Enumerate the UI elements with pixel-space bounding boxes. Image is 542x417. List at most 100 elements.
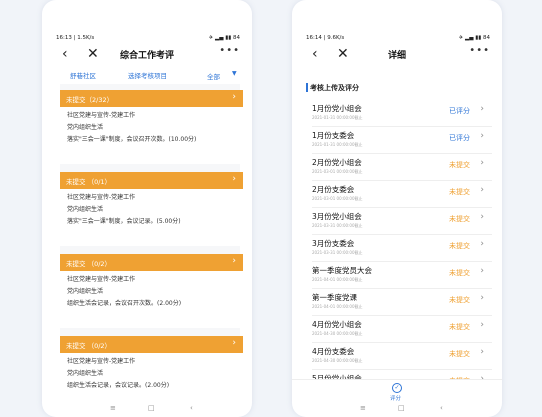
item-deadline: 2021-03-31 00:00:00截止 [312,250,363,255]
all-filter[interactable]: 全部 [207,71,220,81]
chevron-right-icon[interactable]: › [480,293,484,303]
filter-bar: 舒巷社区 选择考核项目 全部 ▼ [42,68,252,82]
more-icon[interactable]: ••• [219,45,240,56]
status-badge: 未提交 [449,323,470,331]
item-title: 第一季度党员大会 [312,266,372,275]
list-item[interactable]: 4月份党小组会 2021-04-30 00:00:00截止 未提交 › [312,316,492,343]
item-title: 2月份支委会 [312,185,355,194]
card-header[interactable]: 未提交（2/32） › [60,90,243,107]
list-item[interactable]: 第一季度党员大会 2021-04-01 00:00:00截止 未提交 › [312,262,492,289]
status-badge: 未提交 [449,350,470,358]
item-title: 2月份党小组会 [312,158,362,167]
item-deadline: 2021-04-01 00:00:00截止 [312,277,363,282]
chevron-right-icon[interactable]: › [232,174,236,184]
task-card[interactable]: 未提交 （0/2） › 社区党建与宣传-党建工作 党内组织生活 组织生活会记录，会议召开… [60,254,243,328]
item-title: 4月份支委会 [312,347,355,356]
item-title: 3月份支委会 [312,239,355,248]
status-time: 16:13 | 1.5K/s [56,35,95,41]
chevron-right-icon[interactable]: › [480,266,484,276]
card-line: 落实"三会一课"制度，会议召开次数。(10.00分) [67,136,197,143]
status-badge: 未提交 [449,296,470,304]
card-line: 党内组织生活 [67,370,104,377]
chevron-right-icon[interactable]: › [232,92,236,102]
card-body: 社区党建与宣传-党建工作 党内组织生活 组织生活会记录，会议召开次数。(2.00分) [60,271,243,328]
community-filter[interactable]: 舒巷社区 [70,70,96,80]
card-header[interactable]: 未提交 （0/2） › [60,254,243,271]
list-item[interactable]: 3月份支委会 2021-03-31 00:00:00截止 未提交 › [312,235,492,262]
item-deadline: 2021-03-31 00:00:00截止 [312,223,363,228]
status-badge: 已评分 [449,134,470,142]
item-title: 4月份党小组会 [312,320,362,329]
card-line: 党内组织生活 [67,124,104,131]
status-badge: 未提交 [449,161,470,169]
tab-bar: ✓ 评分 [292,379,502,403]
card-line: 社区党建与宣传-党建工作 [67,358,136,365]
chevron-right-icon[interactable]: › [480,104,484,114]
check-circle-icon[interactable]: ✓ [392,383,402,393]
chevron-right-icon[interactable]: › [480,347,484,357]
task-card[interactable]: 未提交 （0/1） › 社区党建与宣传-党建工作 党内组织生活 落实"三会一课"制度，会… [60,172,243,246]
status-badge: 未提交 [449,242,470,250]
card-body: 社区党建与宣传-党建工作 党内组织生活 组织生活会记录，会议记录。(2.00分) [60,353,243,410]
item-title: 第一季度党课 [312,293,357,302]
status-icons: ✈ ▂▄ ▮▮ 84 [458,35,490,41]
list-item[interactable]: 2月份支委会 2021-03-01 00:00:00截止 未提交 › [312,181,492,208]
card-status: 未提交 （0/2） [66,342,112,350]
status-bar: 16:13 | 1.5K/s ✈ ▂▄ ▮▮ 84 [42,34,252,44]
item-deadline: 2021-03-01 00:00:00截止 [312,169,363,174]
list-item[interactable]: 2月份党小组会 2021-03-01 00:00:00截止 未提交 › [312,154,492,181]
chevron-right-icon[interactable]: › [480,185,484,195]
status-badge: 未提交 [449,188,470,196]
tab-score-label[interactable]: 评分 [390,394,401,402]
caret-down-icon[interactable]: ▼ [232,70,237,77]
chevron-right-icon[interactable]: › [480,320,484,330]
chevron-right-icon[interactable]: › [480,212,484,222]
phone-left: 16:13 | 1.5K/s ✈ ▂▄ ▮▮ 84 ‹ ✕ 综合工作考评 •••… [42,0,252,417]
item-title: 1月份支委会 [312,131,355,140]
list-item[interactable]: 3月份党小组会 2021-03-31 00:00:00截止 未提交 › [312,208,492,235]
status-badge: 未提交 [449,215,470,223]
card-line: 落实"三会一课"制度，会议记录。(5.00分) [67,218,181,225]
card-header[interactable]: 未提交 （0/1） › [60,172,243,189]
system-back-icon[interactable]: ‹ [440,404,443,412]
card-list: 未提交（2/32） › 社区党建与宣传-党建工作 党内组织生活 落实"三会一课"制度，会… [60,84,243,410]
home-icon[interactable]: □ [148,404,155,412]
card-line: 社区党建与宣传-党建工作 [67,276,136,283]
item-deadline: 2021-04-01 00:00:00截止 [312,304,363,309]
list-item[interactable]: 1月份支委会 2021-01-31 00:00:00截止 已评分 › [312,127,492,154]
chevron-right-icon[interactable]: › [480,158,484,168]
more-icon[interactable]: ••• [469,45,490,56]
chevron-right-icon[interactable]: › [480,131,484,141]
status-badge: 未提交 [449,269,470,277]
section-title: 考核上传及评分 [310,84,359,92]
list-item[interactable]: 4月份支委会 2021-04-30 00:00:00截止 未提交 › [312,343,492,370]
item-deadline: 2021-03-01 00:00:00截止 [312,196,363,201]
item-deadline: 2021-01-31 00:00:00截止 [312,142,363,147]
card-line: 社区党建与宣传-党建工作 [67,112,136,119]
card-line: 社区党建与宣传-党建工作 [67,194,136,201]
menu-icon[interactable]: ≡ [110,404,116,412]
chevron-right-icon[interactable]: › [480,239,484,249]
card-status: 未提交（2/32） [66,96,114,104]
home-icon[interactable]: □ [398,404,405,412]
system-back-icon[interactable]: ‹ [190,404,193,412]
section-marker [306,83,308,92]
menu-icon[interactable]: ≡ [360,404,366,412]
system-nav: ≡ □ ‹ [292,403,502,417]
list-item[interactable]: 第一季度党课 2021-04-01 00:00:00截止 未提交 › [312,289,492,316]
chevron-right-icon[interactable]: › [232,256,236,266]
task-card[interactable]: 未提交（2/32） › 社区党建与宣传-党建工作 党内组织生活落实"三会一课"制度，会… [60,90,243,164]
chevron-right-icon[interactable]: › [232,338,236,348]
item-deadline: 2021-04-30 00:00:00截止 [312,358,363,363]
navbar: ‹ ✕ 综合工作考评 ••• [42,44,252,66]
task-card[interactable]: 未提交 （0/2） › 社区党建与宣传-党建工作 党内组织生活 组织生活会记录，会议记录… [60,336,243,410]
status-badge: 已评分 [449,107,470,115]
card-body: 社区党建与宣传-党建工作 党内组织生活 落实"三会一课"制度，会议记录。(5.00分… [60,189,243,246]
item-filter[interactable]: 选择考核项目 [128,70,167,80]
card-status: 未提交 （0/1） [66,178,112,186]
list-item[interactable]: 1月份党小组会 2021-01-31 00:00:00截止 已评分 › [312,100,492,127]
item-title: 1月份党小组会 [312,104,362,113]
card-header[interactable]: 未提交 （0/2） › [60,336,243,353]
system-nav: ≡ □ ‹ [42,403,252,417]
status-bar: 16:14 | 9.6K/s ✈ ▂▄ ▮▮ 84 [292,34,502,44]
